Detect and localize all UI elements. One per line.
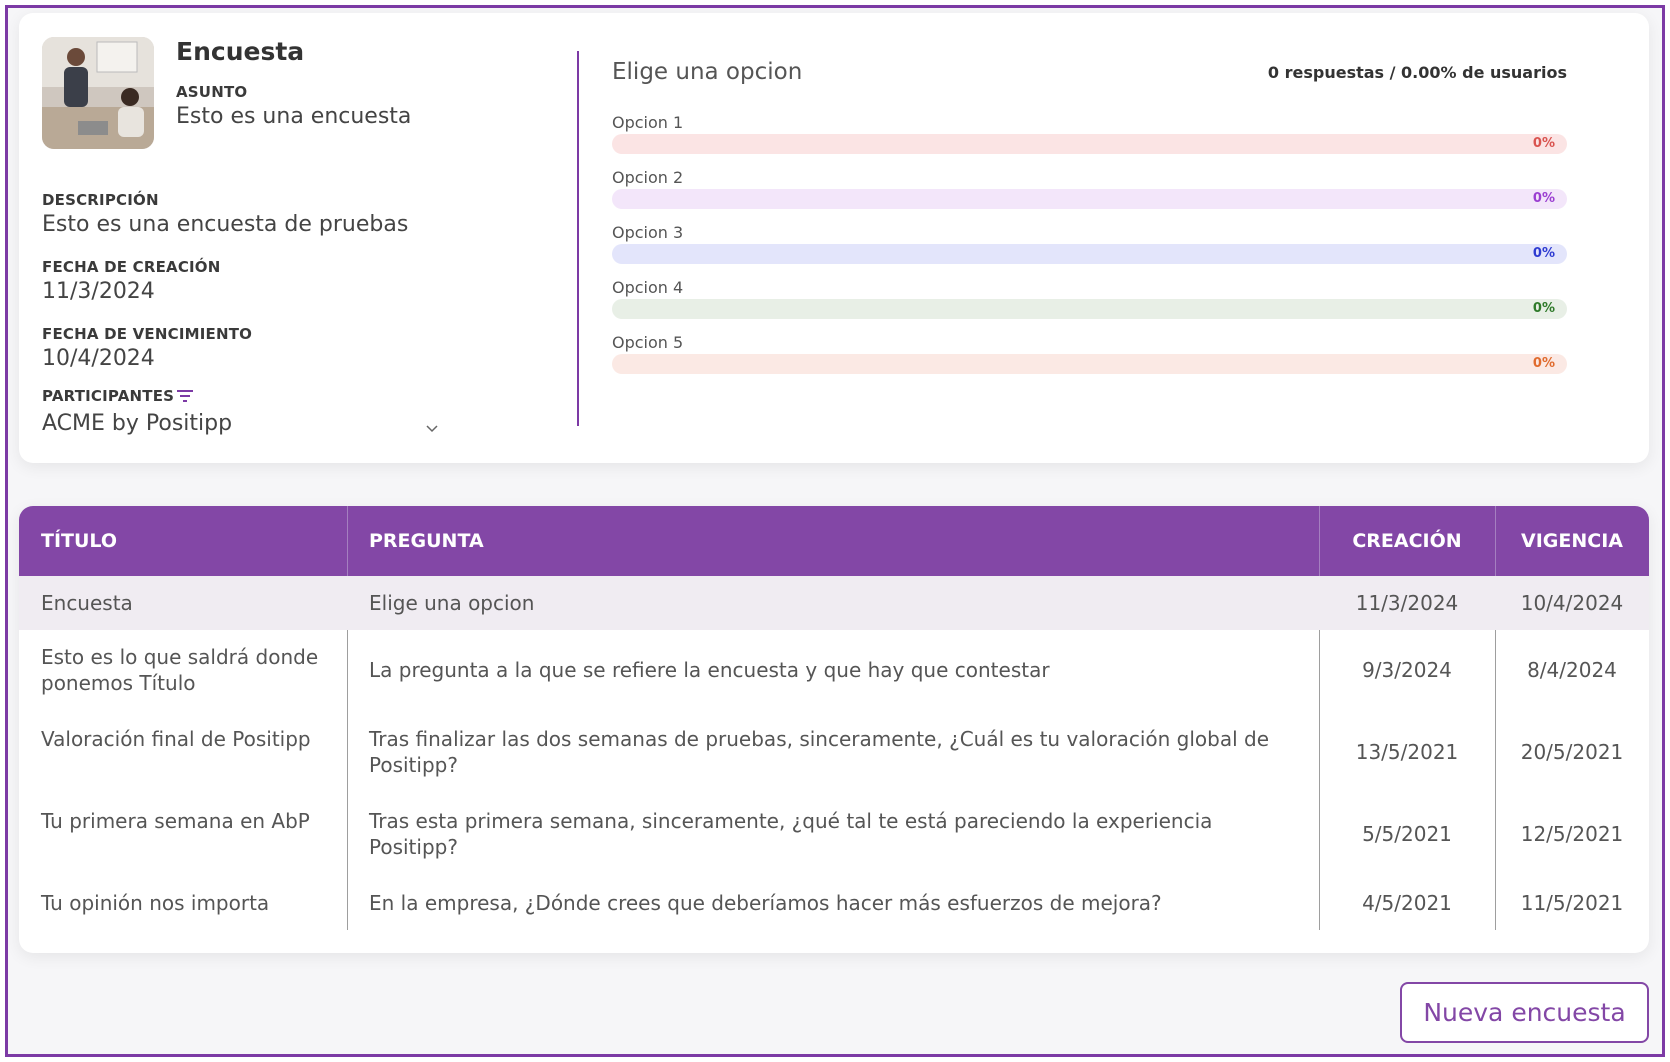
new-survey-button[interactable]: Nueva encuesta [1400,982,1649,1043]
row-created: 13/5/2021 [1355,740,1459,764]
option-bar: 0% [612,299,1567,319]
table-row[interactable]: Tu opinión nos importa En la empresa, ¿D… [19,876,1649,930]
row-title: Tu opinión nos importa [41,891,270,915]
survey-detail-card: Encuesta ASUNTO Esto es una encuesta DES… [19,13,1649,463]
row-title: Valoración final de Positipp [41,727,311,751]
participants-label: PARTICIPANTES [42,387,175,405]
row-created: 9/3/2024 [1362,658,1452,682]
row-question: En la empresa, ¿Dónde crees que deberíam… [369,891,1162,915]
row-validity: 12/5/2021 [1520,822,1624,846]
option-percent: 0% [1532,191,1555,206]
header-validity[interactable]: VIGENCIA [1495,506,1649,576]
subject-value: Esto es una encuesta [176,104,412,129]
row-question: Tras esta primera semana, sinceramente, … [369,809,1213,859]
created-value: 11/3/2024 [42,279,155,304]
column-divider [347,506,348,576]
response-stats: 0 respuestas / 0.00% de usuarios [1267,63,1567,82]
table-row[interactable]: Esto es lo que saldrá donde ponemos Títu… [19,630,1649,712]
option-percent: 0% [1532,301,1555,316]
row-created: 11/3/2024 [1355,591,1459,615]
option-label: Opcion 2 [612,168,684,187]
expires-label: FECHA DE VENCIMIENTO [42,325,253,343]
header-question[interactable]: PREGUNTA [369,506,484,576]
option-label: Opcion 5 [612,333,684,352]
column-divider [577,51,579,426]
option-bar: 0% [612,189,1567,209]
description-label: DESCRIPCIÓN [42,191,159,209]
option-bar: 0% [612,244,1567,264]
row-created: 5/5/2021 [1362,822,1452,846]
header-created[interactable]: CREACIÓN [1319,506,1495,576]
option-label: Opcion 3 [612,223,684,242]
row-validity: 20/5/2021 [1520,740,1624,764]
option-percent: 0% [1532,246,1555,261]
row-title: Encuesta [41,591,133,615]
chevron-down-icon[interactable] [426,418,438,437]
row-question: Tras finalizar las dos semanas de prueba… [369,727,1269,777]
surveys-table: TÍTULO PREGUNTA CREACIÓN VIGENCIA Encues… [19,506,1649,953]
row-title: Tu primera semana en AbP [41,809,310,833]
option-bar: 0% [612,354,1567,374]
table-row[interactable]: Valoración final de Positipp Tras finali… [19,712,1649,794]
subject-label: ASUNTO [176,83,248,101]
table-row[interactable]: Tu primera semana en AbP Tras esta prime… [19,794,1649,876]
option-percent: 0% [1532,356,1555,371]
row-title: Esto es lo que saldrá donde ponemos Títu… [41,645,319,695]
row-validity: 11/5/2021 [1520,891,1624,915]
participants-value: ACME by Positipp [42,411,233,436]
description-value: Esto es una encuesta de pruebas [42,212,409,237]
row-created: 4/5/2021 [1362,891,1452,915]
survey-title: Encuesta [176,37,305,66]
table-row[interactable]: Encuesta Elige una opcion 11/3/2024 10/4… [19,576,1649,630]
option-label: Opcion 4 [612,278,684,297]
row-validity: 8/4/2024 [1527,658,1617,682]
expires-value: 10/4/2024 [42,346,155,371]
row-validity: 10/4/2024 [1520,591,1624,615]
filter-icon[interactable] [176,388,194,407]
option-percent: 0% [1532,136,1555,151]
row-question: La pregunta a la que se refiere la encue… [369,658,1050,682]
option-bar: 0% [612,134,1567,154]
row-question: Elige una opcion [369,591,535,615]
header-title[interactable]: TÍTULO [41,506,117,576]
participants-dropdown[interactable]: ACME by Positipp [42,411,442,441]
question-title: Elige una opcion [612,59,803,85]
survey-thumbnail [42,37,154,149]
option-label: Opcion 1 [612,113,684,132]
table-header: TÍTULO PREGUNTA CREACIÓN VIGENCIA [19,506,1649,576]
created-label: FECHA DE CREACIÓN [42,258,221,276]
